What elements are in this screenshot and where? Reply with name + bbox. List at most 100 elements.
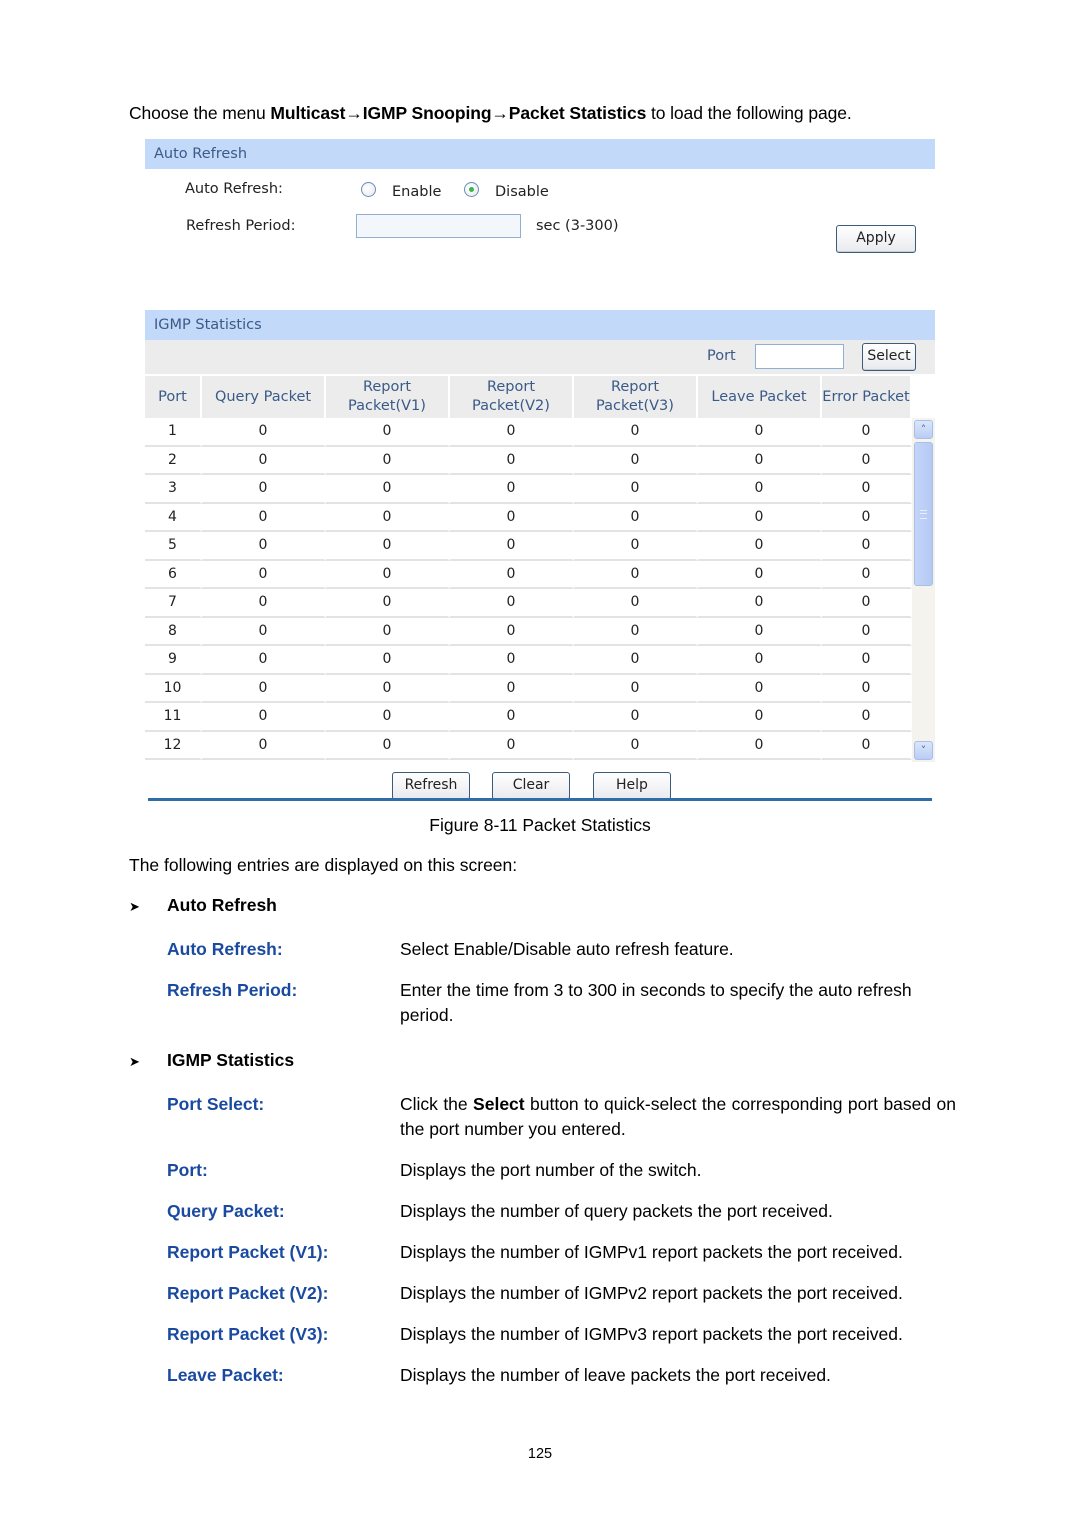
section-title: IGMP Statistics	[167, 1050, 295, 1070]
desc-auto-refresh: Select Enable/Disable auto refresh featu…	[400, 939, 734, 959]
table-cell: 0	[822, 589, 912, 618]
table-cell: 0	[698, 560, 822, 589]
table-cell: 0	[450, 532, 574, 561]
table-cell: 0	[326, 674, 450, 703]
scroll-down-icon[interactable]: ˅	[914, 741, 933, 760]
refresh-button[interactable]: Refresh	[392, 772, 470, 800]
scroll-up-icon[interactable]: ˄	[914, 420, 933, 439]
table-cell: 0	[574, 418, 698, 447]
table-cell: 0	[698, 703, 822, 732]
table-cell: 0	[822, 617, 912, 646]
disable-radio[interactable]	[464, 182, 479, 197]
column-header: Report Packet(V2)	[450, 374, 574, 418]
table-cell: 0	[574, 560, 698, 589]
table-cell: 0	[574, 589, 698, 618]
desc-leave-packet: Displays the number of leave packets the…	[400, 1365, 831, 1385]
enable-radio[interactable]	[361, 182, 376, 197]
table-cell: 0	[450, 674, 574, 703]
table-cell: 0	[822, 646, 912, 675]
table-row[interactable]: 6000000	[145, 560, 912, 589]
desc-query-packet: Displays the number of query packets the…	[400, 1201, 833, 1221]
table-cell: 0	[202, 532, 326, 561]
menu-path: Multicast→IGMP Snooping→Packet Statistic…	[270, 103, 647, 123]
table-cell: 0	[450, 589, 574, 618]
table-cell: 0	[698, 475, 822, 504]
table-cell: 3	[145, 475, 202, 504]
table-row[interactable]: 5000000	[145, 532, 912, 561]
column-header-line: Leave Packet	[711, 388, 807, 405]
column-header-line: Report	[486, 379, 536, 395]
table-cell: 0	[326, 475, 450, 504]
table-cell: 2	[145, 446, 202, 475]
term-query-packet: Query Packet:	[167, 1201, 285, 1221]
table-row[interactable]: 7000000	[145, 589, 912, 618]
refresh-period-input[interactable]	[356, 214, 521, 238]
action-buttons: Refresh Clear Help	[145, 760, 935, 822]
table-cell: 0	[450, 475, 574, 504]
table-cell: 0	[822, 703, 912, 732]
select-button[interactable]: Select	[862, 343, 916, 371]
enable-label: Enable	[392, 184, 442, 200]
table-cell: 0	[698, 674, 822, 703]
auto-refresh-panel: Auto Refresh: Enable Disable Refresh Per…	[145, 169, 935, 281]
table-row[interactable]: 12 0 0 0 0 0 0	[145, 731, 912, 760]
table-scrollbar[interactable]: ˄ ˅	[912, 418, 935, 762]
port-select-input[interactable]	[755, 344, 844, 369]
table-cell: 0	[326, 418, 450, 447]
column-header-line: Packet(V2)	[472, 398, 550, 414]
table-cell: 0	[202, 703, 326, 732]
table-row[interactable]: 10 0 0 0 0 0 0	[145, 674, 912, 703]
table-row[interactable]: 3000000	[145, 475, 912, 504]
table-cell: 0	[822, 674, 912, 703]
table-cell: 0	[574, 617, 698, 646]
packet-statistics-screenshot: Auto Refresh Auto Refresh: Enable Disabl…	[145, 139, 935, 822]
column-header: Port	[145, 374, 202, 418]
term-auto-refresh: Auto Refresh:	[167, 939, 283, 959]
term-port-select: Port Select:	[167, 1094, 265, 1114]
column-header: Query Packet	[202, 374, 326, 418]
desc-port: Displays the port number of the switch.	[400, 1160, 702, 1180]
statistics-table-wrap: Port Query Packet Report Packet(V1) Report Pa…	[145, 374, 935, 762]
table-cell: 0	[574, 731, 698, 760]
refresh-period-label: Refresh Period:	[186, 218, 296, 234]
table-cell: 0	[698, 532, 822, 561]
table-row[interactable]: 11 0 0 0 0 0 0	[145, 703, 912, 732]
column-header: Leave Packet	[698, 374, 822, 418]
table-cell: 0	[698, 646, 822, 675]
table-cell: 0	[822, 532, 912, 561]
table-row[interactable]: 9000000	[145, 646, 912, 675]
term-report-v2: Report Packet (V2):	[167, 1283, 329, 1303]
scrollbar-thumb[interactable]	[914, 442, 933, 586]
table-cell: 0	[326, 703, 450, 732]
clear-button[interactable]: Clear	[492, 772, 570, 800]
intro-suffix: to load the following page.	[646, 103, 852, 123]
desc-report-v2: Displays the number of IGMPv2 report pac…	[400, 1283, 903, 1303]
table-cell: 0	[450, 646, 574, 675]
table-row[interactable]: 8000000	[145, 617, 912, 646]
table-cell: 0	[202, 617, 326, 646]
table-cell: 0	[450, 503, 574, 532]
table-row[interactable]: 1000000	[145, 418, 912, 447]
table-cell: 6	[145, 560, 202, 589]
table-cell: 0	[202, 446, 326, 475]
table-cell: 0	[326, 617, 450, 646]
intro-sentence: Choose the menu Multicast→IGMP Snooping→…	[129, 103, 852, 124]
table-cell: 0	[698, 731, 822, 760]
figure-divider	[148, 798, 932, 801]
table-row[interactable]: 2000000	[145, 446, 912, 475]
table-cell: 0	[822, 560, 912, 589]
table-cell: 0	[326, 560, 450, 589]
desc-report-v3: Displays the number of IGMPv3 report pac…	[400, 1324, 903, 1344]
table-row[interactable]: 4000000	[145, 503, 912, 532]
table-cell: 4	[145, 503, 202, 532]
table-cell: 0	[326, 446, 450, 475]
apply-button[interactable]: Apply	[836, 225, 916, 253]
desc-refresh-period: Enter the time from 3 to 300 in seconds …	[400, 980, 912, 1025]
table-cell: 0	[822, 418, 912, 447]
section-auto-refresh: ➤ Auto Refresh	[129, 895, 277, 916]
help-button[interactable]: Help	[593, 772, 671, 800]
table-cell: 9	[145, 646, 202, 675]
term-port: Port:	[167, 1160, 208, 1180]
table-cell: 0	[698, 617, 822, 646]
table-cell: 11	[145, 703, 202, 732]
